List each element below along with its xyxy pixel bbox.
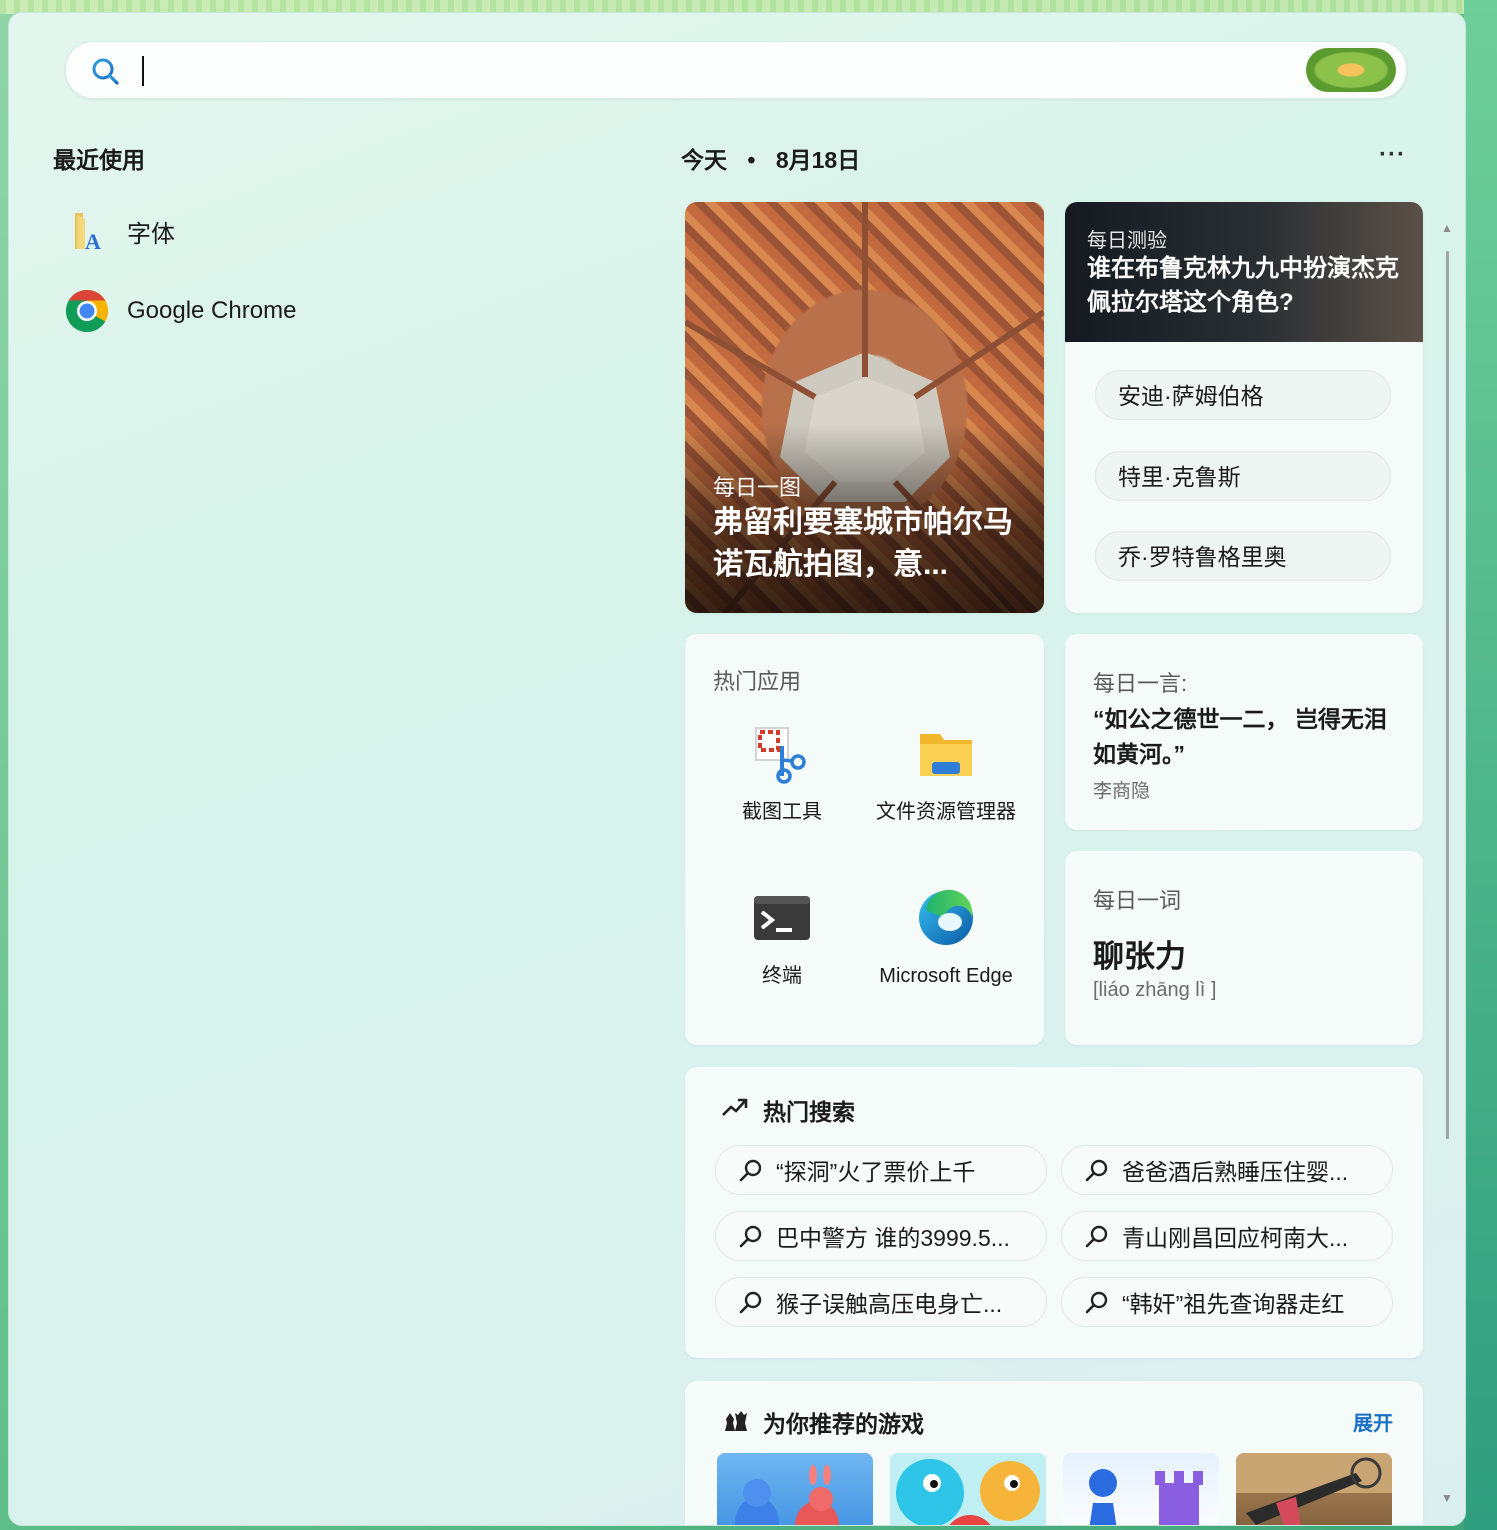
recent-item-label: Google Chrome <box>127 297 297 324</box>
games-title: 为你推荐的游戏 <box>763 1411 924 1437</box>
quote-author: 李商隐 <box>1093 781 1151 802</box>
terminal-icon <box>752 888 812 948</box>
daily-quote-card[interactable]: 每日一言: “如公之德世一二， 岂得无泪如黄河。” 李商隐 <box>1065 634 1423 830</box>
today-date: 8月18日 <box>775 147 861 173</box>
expand-games-link[interactable]: 展开 <box>1353 1407 1393 1436</box>
trending-item[interactable]: 爸爸酒后熟睡压住婴... <box>1061 1145 1393 1195</box>
app-snipping-tool[interactable]: 截图工具 <box>707 724 857 826</box>
trending-item-text: 青山刚昌回应柯南大... <box>1122 1225 1349 1251</box>
top-apps-title: 热门应用 <box>713 669 802 694</box>
daily-word-pinyin: [liáo zhāng lì ] <box>1093 979 1217 1001</box>
trending-icon <box>722 1098 748 1116</box>
trending-item[interactable]: “探洞”火了票价上千 <box>715 1145 1047 1195</box>
search-icon <box>1085 1159 1108 1182</box>
trending-searches-card: 热门搜索 “探洞”火了票价上千 爸爸酒后熟睡压住婴... 巴中警方 谁的3999… <box>685 1067 1423 1358</box>
svg-text:A: A <box>85 229 101 253</box>
recommended-games-card: 为你推荐的游戏 展开 <box>685 1381 1423 1525</box>
search-box[interactable] <box>65 41 1407 99</box>
search-icon <box>739 1225 762 1248</box>
game-thumbnail[interactable] <box>717 1453 873 1525</box>
photo-card-title: 弗留利要塞城市帕尔马诺瓦航拍图，意... <box>713 506 1013 581</box>
recent-item-chrome[interactable]: Google Chrome <box>65 285 296 337</box>
scrollbar-thumb[interactable] <box>1446 251 1449 1139</box>
more-options-button[interactable]: ··· <box>1379 141 1406 169</box>
trending-title: 热门搜索 <box>763 1099 855 1125</box>
app-name: Microsoft Edge <box>879 965 1013 987</box>
photo-card-tag: 每日一图 <box>713 475 802 500</box>
recent-item-label: 字体 <box>127 220 175 248</box>
today-label: 今天 <box>681 147 727 173</box>
daily-word: 聊张力 <box>1093 939 1186 974</box>
trending-item[interactable]: “韩奸”祖先查询器走红 <box>1061 1277 1393 1327</box>
search-icon <box>739 1291 762 1314</box>
recent-item-fonts[interactable]: A 字体 <box>65 205 175 257</box>
quiz-option-2[interactable]: 特里·克鲁斯 <box>1095 451 1391 501</box>
app-name: 截图工具 <box>742 801 822 823</box>
quiz-card-tag: 每日测验 <box>1087 230 1167 252</box>
daily-quiz-card: 每日测验 谁在布鲁克林九九中扮演杰克佩拉尔塔这个角色? 安迪·萨姆伯格 特里·克… <box>1065 202 1423 613</box>
app-name: 终端 <box>762 965 802 987</box>
game-thumbnail[interactable] <box>890 1453 1046 1525</box>
app-name: 文件资源管理器 <box>876 801 1016 823</box>
trending-item-text: 巴中警方 谁的3999.5... <box>776 1225 1010 1251</box>
search-icon <box>739 1159 762 1182</box>
chess-pieces-icon <box>725 1411 747 1431</box>
snipping-tool-icon <box>752 724 812 784</box>
app-file-explorer[interactable]: 文件资源管理器 <box>871 724 1021 826</box>
trending-item[interactable]: 猴子误触高压电身亡... <box>715 1277 1047 1327</box>
recent-section-title: 最近使用 <box>53 147 145 173</box>
quote-card-title: 每日一言: <box>1093 671 1188 696</box>
search-icon <box>92 58 119 85</box>
app-edge[interactable]: Microsoft Edge <box>871 888 1021 990</box>
date-separator: • <box>747 147 756 173</box>
today-header: 今天 • 8月18日 <box>681 141 860 175</box>
edge-icon <box>916 888 976 948</box>
search-icon <box>1085 1225 1108 1248</box>
trending-item-text: 爸爸酒后熟睡压住婴... <box>1122 1159 1349 1185</box>
text-caret <box>142 56 144 86</box>
quiz-option-3[interactable]: 乔·罗特鲁格里奥 <box>1095 531 1391 581</box>
fonts-folder-icon: A <box>75 213 101 253</box>
trending-item[interactable]: 巴中警方 谁的3999.5... <box>715 1211 1047 1261</box>
photo-of-day-card[interactable]: 每日一图 弗留利要塞城市帕尔马诺瓦航拍图，意... <box>685 202 1044 613</box>
trending-item-text: 猴子误触高压电身亡... <box>776 1291 1003 1317</box>
file-explorer-icon <box>916 724 976 784</box>
game-thumbnail[interactable] <box>1236 1453 1392 1525</box>
chrome-icon <box>65 290 109 333</box>
trending-item-text: “韩奸”祖先查询器走红 <box>1122 1291 1345 1317</box>
desktop-wallpaper <box>1464 0 1497 1530</box>
trending-item-text: “探洞”火了票价上千 <box>776 1159 976 1185</box>
game-thumbnail[interactable] <box>1063 1453 1219 1525</box>
windows-search-panel: 最近使用 A 字体 Google Chrome 今天 • 8月18日 ··· 每… <box>8 12 1466 1526</box>
word-card-title: 每日一词 <box>1093 888 1182 913</box>
app-terminal[interactable]: 终端 <box>707 888 857 990</box>
daily-word-card[interactable]: 每日一词 聊张力 [liáo zhāng lì ] <box>1065 851 1423 1045</box>
trending-item[interactable]: 青山刚昌回应柯南大... <box>1061 1211 1393 1261</box>
top-apps-card: 热门应用 截图工具 文件资源管理器 终端 Microsoft Edge <box>685 634 1044 1045</box>
quiz-question: 谁在布鲁克林九九中扮演杰克佩拉尔塔这个角色? <box>1087 255 1399 316</box>
bing-daily-badge[interactable] <box>1306 48 1396 92</box>
quote-text: “如公之德世一二， 岂得无泪如黄河。” <box>1093 706 1387 767</box>
search-icon <box>1085 1291 1108 1314</box>
scroll-down-arrow-icon[interactable]: ▼ <box>1441 1491 1453 1505</box>
scroll-up-arrow-icon[interactable]: ▲ <box>1441 221 1453 235</box>
quiz-header[interactable]: 每日测验 谁在布鲁克林九九中扮演杰克佩拉尔塔这个角色? <box>1065 202 1423 342</box>
quiz-option-1[interactable]: 安迪·萨姆伯格 <box>1095 370 1391 420</box>
search-input[interactable] <box>150 50 1294 92</box>
